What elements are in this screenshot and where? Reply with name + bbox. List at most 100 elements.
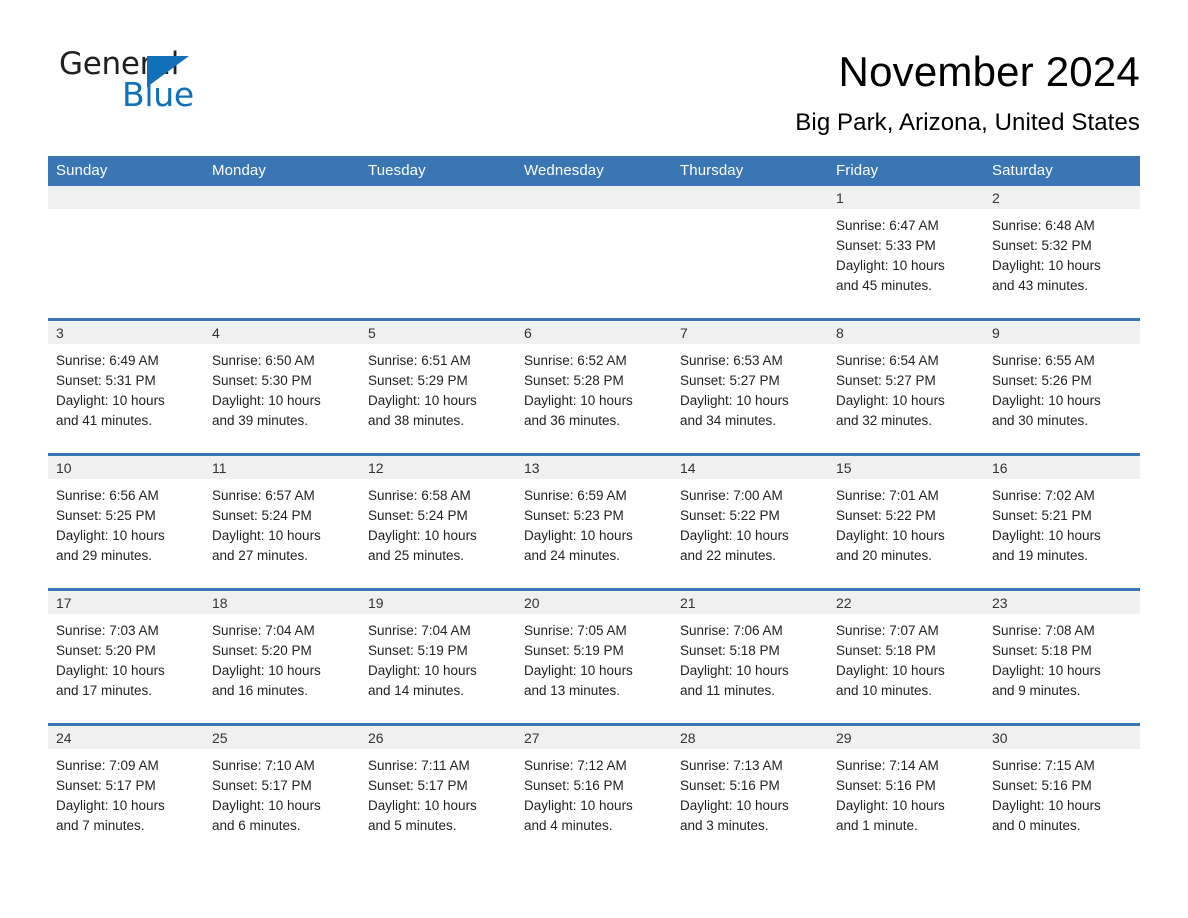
calendar-cell-day[interactable]: 16 Sunrise: 7:02 AM Sunset: 5:21 PM Dayligh… bbox=[984, 453, 1140, 590]
calendar-cell-day[interactable]: 11 Sunrise: 6:57 AM Sunset: 5:24 PM Dayligh… bbox=[204, 453, 360, 590]
calendar-cell-day[interactable]: 26 Sunrise: 7:11 AM Sunset: 5:17 PM Dayligh… bbox=[360, 723, 516, 858]
calendar-cell-day[interactable]: 13 Sunrise: 6:59 AM Sunset: 5:23 PM Dayligh… bbox=[516, 453, 672, 590]
calendar-cell-day[interactable]: 10 Sunrise: 6:56 AM Sunset: 5:25 PM Dayligh… bbox=[48, 453, 204, 590]
calendar-cell-day[interactable]: 1 Sunrise: 6:47 AM Sunset: 5:33 PM Daylight… bbox=[828, 186, 984, 320]
calendar-cell-day[interactable]: 5 Sunrise: 6:51 AM Sunset: 5:29 PM Daylight… bbox=[360, 318, 516, 455]
weekday-header-wednesday: Wednesday bbox=[516, 156, 672, 186]
day-number: 8 bbox=[828, 321, 984, 344]
calendar-cell-day[interactable]: 6 Sunrise: 6:52 AM Sunset: 5:28 PM Daylight… bbox=[516, 318, 672, 455]
calendar-cell-day[interactable]: 15 Sunrise: 7:01 AM Sunset: 5:22 PM Dayligh… bbox=[828, 453, 984, 590]
daylight-text-line1: Daylight: 10 hours bbox=[836, 528, 945, 543]
calendar-cell-day[interactable]: 22 Sunrise: 7:07 AM Sunset: 5:18 PM Dayligh… bbox=[828, 588, 984, 725]
daylight-text-line1: Daylight: 10 hours bbox=[992, 393, 1101, 408]
daylight-text-line1: Daylight: 10 hours bbox=[836, 663, 945, 678]
general-blue-logo[interactable]: General Blue bbox=[48, 46, 208, 118]
calendar-cell-empty bbox=[516, 186, 672, 320]
calendar-cell-day[interactable]: 9 Sunrise: 6:55 AM Sunset: 5:26 PM Daylight… bbox=[984, 318, 1140, 455]
daylight-text-line2: and 39 minutes. bbox=[212, 413, 309, 428]
day-number: 29 bbox=[828, 726, 984, 749]
daylight-text-line1: Daylight: 10 hours bbox=[524, 663, 633, 678]
day-cell: 1 Sunrise: 6:47 AM Sunset: 5:33 PM Daylight… bbox=[828, 186, 984, 318]
day-cell: 26 Sunrise: 7:11 AM Sunset: 5:17 PM Dayligh… bbox=[360, 726, 516, 858]
day-number: 23 bbox=[984, 591, 1140, 614]
calendar-cell-day[interactable]: 17 Sunrise: 7:03 AM Sunset: 5:20 PM Dayligh… bbox=[48, 588, 204, 725]
day-details: Sunrise: 6:58 AM Sunset: 5:24 PM Daylight:… bbox=[360, 479, 516, 566]
calendar-cell-day[interactable]: 8 Sunrise: 6:54 AM Sunset: 5:27 PM Daylight… bbox=[828, 318, 984, 455]
day-details: Sunrise: 7:04 AM Sunset: 5:19 PM Daylight:… bbox=[360, 614, 516, 701]
day-cell: 25 Sunrise: 7:10 AM Sunset: 5:17 PM Dayligh… bbox=[204, 726, 360, 858]
sunrise-text: Sunrise: 7:09 AM bbox=[56, 758, 159, 773]
daylight-text-line2: and 1 minute. bbox=[836, 818, 918, 833]
daylight-text-line1: Daylight: 10 hours bbox=[992, 258, 1101, 273]
daylight-text-line1: Daylight: 10 hours bbox=[680, 393, 789, 408]
calendar-cell-day[interactable]: 27 Sunrise: 7:12 AM Sunset: 5:16 PM Dayligh… bbox=[516, 723, 672, 858]
calendar-cell-day[interactable]: 4 Sunrise: 6:50 AM Sunset: 5:30 PM Daylight… bbox=[204, 318, 360, 455]
daylight-text-line1: Daylight: 10 hours bbox=[56, 528, 165, 543]
calendar-cell-day[interactable]: 3 Sunrise: 6:49 AM Sunset: 5:31 PM Daylight… bbox=[48, 318, 204, 455]
calendar-week-row: 3 Sunrise: 6:49 AM Sunset: 5:31 PM Daylight… bbox=[48, 318, 1140, 455]
sunrise-text: Sunrise: 7:02 AM bbox=[992, 488, 1095, 503]
weekday-header-tuesday: Tuesday bbox=[360, 156, 516, 186]
daylight-text-line2: and 41 minutes. bbox=[56, 413, 153, 428]
weekday-header-sunday: Sunday bbox=[48, 156, 204, 186]
day-number: 13 bbox=[516, 456, 672, 479]
sunset-text: Sunset: 5:31 PM bbox=[56, 373, 156, 388]
sunset-text: Sunset: 5:17 PM bbox=[56, 778, 156, 793]
sunrise-text: Sunrise: 6:52 AM bbox=[524, 353, 627, 368]
day-details: Sunrise: 7:15 AM Sunset: 5:16 PM Daylight:… bbox=[984, 749, 1140, 836]
day-number: 16 bbox=[984, 456, 1140, 479]
daylight-text-line2: and 14 minutes. bbox=[368, 683, 465, 698]
calendar-cell-day[interactable]: 29 Sunrise: 7:14 AM Sunset: 5:16 PM Dayligh… bbox=[828, 723, 984, 858]
day-cell: 19 Sunrise: 7:04 AM Sunset: 5:19 PM Dayligh… bbox=[360, 591, 516, 723]
calendar-cell-day[interactable]: 30 Sunrise: 7:15 AM Sunset: 5:16 PM Dayligh… bbox=[984, 723, 1140, 858]
calendar-cell-day[interactable]: 20 Sunrise: 7:05 AM Sunset: 5:19 PM Dayligh… bbox=[516, 588, 672, 725]
daylight-text-line1: Daylight: 10 hours bbox=[992, 528, 1101, 543]
calendar-cell-day[interactable]: 12 Sunrise: 6:58 AM Sunset: 5:24 PM Dayligh… bbox=[360, 453, 516, 590]
weekday-header-saturday: Saturday bbox=[984, 156, 1140, 186]
sunrise-text: Sunrise: 7:11 AM bbox=[368, 758, 470, 773]
sunset-text: Sunset: 5:22 PM bbox=[680, 508, 780, 523]
sunset-text: Sunset: 5:22 PM bbox=[836, 508, 936, 523]
calendar-cell-day[interactable]: 14 Sunrise: 7:00 AM Sunset: 5:22 PM Dayligh… bbox=[672, 453, 828, 590]
sunset-text: Sunset: 5:20 PM bbox=[212, 643, 312, 658]
day-cell: 21 Sunrise: 7:06 AM Sunset: 5:18 PM Dayligh… bbox=[672, 591, 828, 723]
calendar-cell-empty bbox=[672, 186, 828, 320]
sunrise-text: Sunrise: 6:54 AM bbox=[836, 353, 939, 368]
calendar-cell-day[interactable]: 23 Sunrise: 7:08 AM Sunset: 5:18 PM Dayligh… bbox=[984, 588, 1140, 725]
sunrise-text: Sunrise: 6:57 AM bbox=[212, 488, 315, 503]
day-details: Sunrise: 6:50 AM Sunset: 5:30 PM Daylight:… bbox=[204, 344, 360, 431]
title-block: November 2024 Big Park, Arizona, United … bbox=[208, 46, 1140, 138]
day-number: 18 bbox=[204, 591, 360, 614]
calendar-cell-day[interactable]: 25 Sunrise: 7:10 AM Sunset: 5:17 PM Dayligh… bbox=[204, 723, 360, 858]
day-details: Sunrise: 7:14 AM Sunset: 5:16 PM Daylight:… bbox=[828, 749, 984, 836]
calendar-cell-day[interactable]: 19 Sunrise: 7:04 AM Sunset: 5:19 PM Dayligh… bbox=[360, 588, 516, 725]
calendar-cell-day[interactable]: 7 Sunrise: 6:53 AM Sunset: 5:27 PM Daylight… bbox=[672, 318, 828, 455]
calendar-cell-day[interactable]: 21 Sunrise: 7:06 AM Sunset: 5:18 PM Dayligh… bbox=[672, 588, 828, 725]
day-details: Sunrise: 7:01 AM Sunset: 5:22 PM Daylight:… bbox=[828, 479, 984, 566]
day-number: 30 bbox=[984, 726, 1140, 749]
page-masthead: General Blue November 2024 Big Park, Ari… bbox=[48, 0, 1140, 138]
sunrise-text: Sunrise: 7:15 AM bbox=[992, 758, 1095, 773]
day-number bbox=[516, 186, 672, 209]
daylight-text-line2: and 5 minutes. bbox=[368, 818, 457, 833]
logo-text-blue: Blue bbox=[122, 75, 194, 114]
day-number bbox=[48, 186, 204, 209]
day-cell bbox=[48, 186, 204, 318]
day-cell: 20 Sunrise: 7:05 AM Sunset: 5:19 PM Dayligh… bbox=[516, 591, 672, 723]
day-number: 4 bbox=[204, 321, 360, 344]
daylight-text-line2: and 3 minutes. bbox=[680, 818, 769, 833]
sunset-text: Sunset: 5:18 PM bbox=[836, 643, 936, 658]
day-cell: 6 Sunrise: 6:52 AM Sunset: 5:28 PM Daylight… bbox=[516, 321, 672, 453]
sunset-text: Sunset: 5:28 PM bbox=[524, 373, 624, 388]
location-subtitle: Big Park, Arizona, United States bbox=[795, 109, 1140, 136]
calendar-cell-day[interactable]: 18 Sunrise: 7:04 AM Sunset: 5:20 PM Dayligh… bbox=[204, 588, 360, 725]
calendar-cell-day[interactable]: 28 Sunrise: 7:13 AM Sunset: 5:16 PM Dayligh… bbox=[672, 723, 828, 858]
daylight-text-line1: Daylight: 10 hours bbox=[836, 393, 945, 408]
sunset-text: Sunset: 5:16 PM bbox=[524, 778, 624, 793]
sunrise-text: Sunrise: 7:01 AM bbox=[836, 488, 939, 503]
calendar-cell-day[interactable]: 2 Sunrise: 6:48 AM Sunset: 5:32 PM Daylight… bbox=[984, 186, 1140, 320]
daylight-text-line1: Daylight: 10 hours bbox=[56, 798, 165, 813]
calendar-week-row: 17 Sunrise: 7:03 AM Sunset: 5:20 PM Dayligh… bbox=[48, 588, 1140, 725]
sunrise-text: Sunrise: 7:00 AM bbox=[680, 488, 783, 503]
calendar-cell-day[interactable]: 24 Sunrise: 7:09 AM Sunset: 5:17 PM Dayligh… bbox=[48, 723, 204, 858]
